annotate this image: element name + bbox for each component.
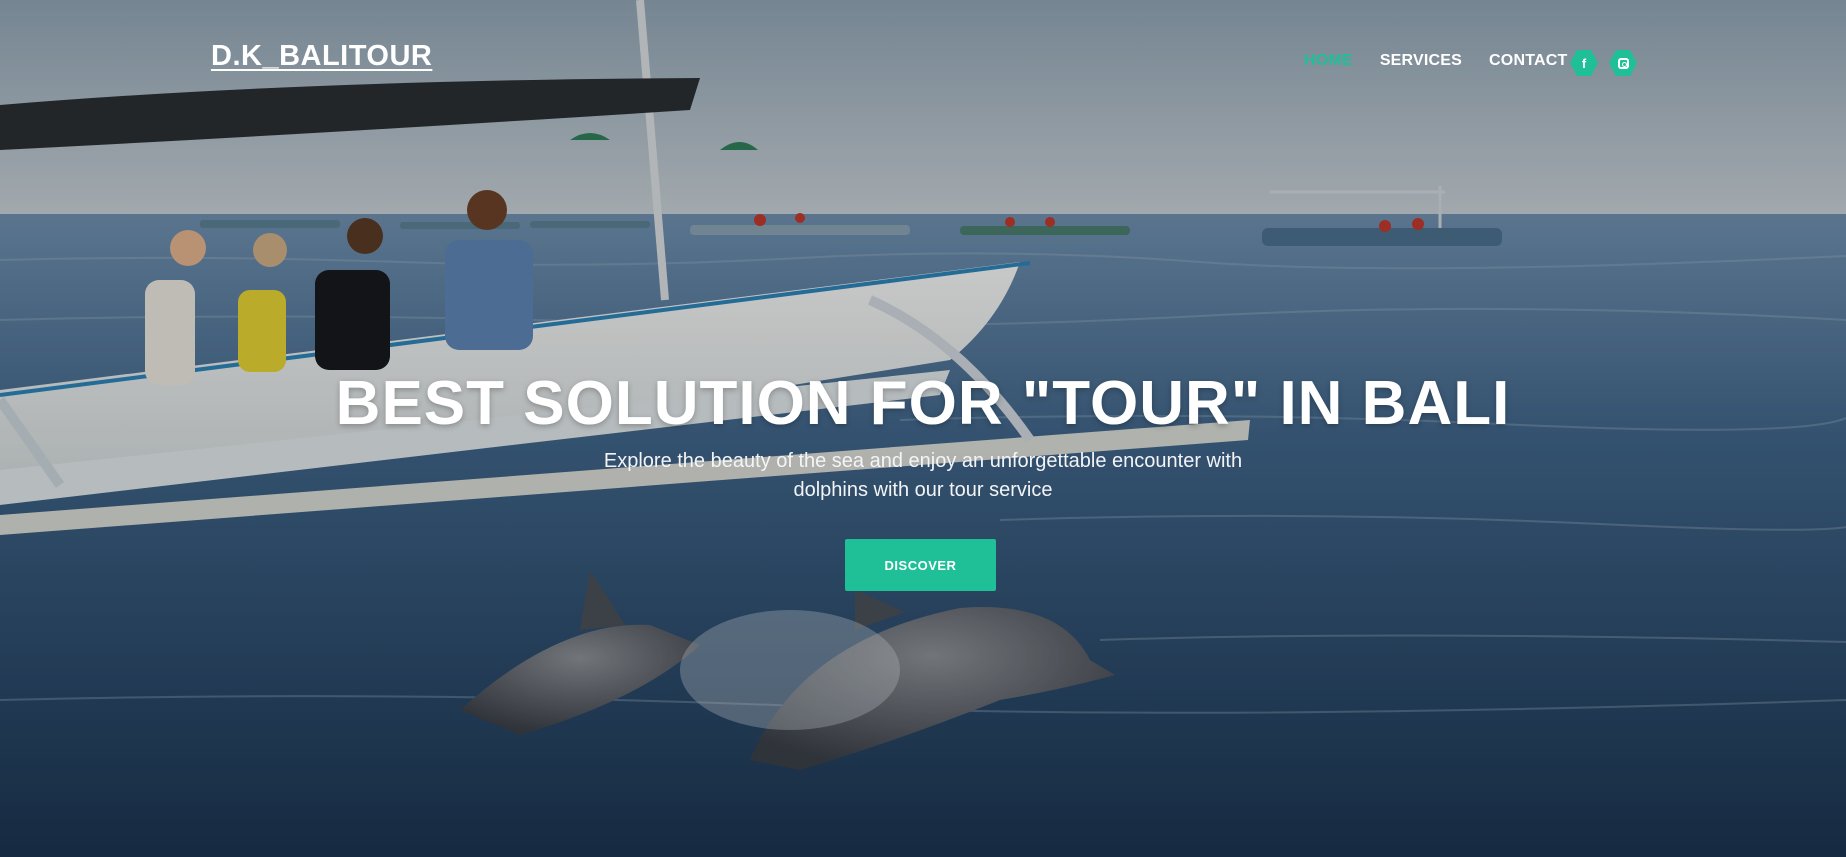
site-logo[interactable]: D.K_BALITOUR <box>211 40 432 73</box>
nav-item-home[interactable]: HOME <box>1304 52 1353 70</box>
social-links: f <box>1570 50 1637 76</box>
facebook-icon[interactable]: f <box>1570 50 1598 76</box>
main-nav: HOME SERVICES CONTACT <box>1304 52 1594 70</box>
hero-subtitle: Explore the beauty of the sea and enjoy … <box>603 450 1243 501</box>
hero-title: BEST SOLUTION FOR "TOUR" IN BALI <box>335 369 1511 438</box>
nav-item-services[interactable]: SERVICES <box>1380 52 1462 70</box>
discover-button[interactable]: DISCOVER <box>845 539 996 591</box>
instagram-glyph <box>1617 57 1629 69</box>
facebook-glyph: f <box>1581 55 1587 71</box>
instagram-icon[interactable] <box>1609 50 1637 76</box>
nav-item-contact[interactable]: CONTACT <box>1489 52 1567 70</box>
